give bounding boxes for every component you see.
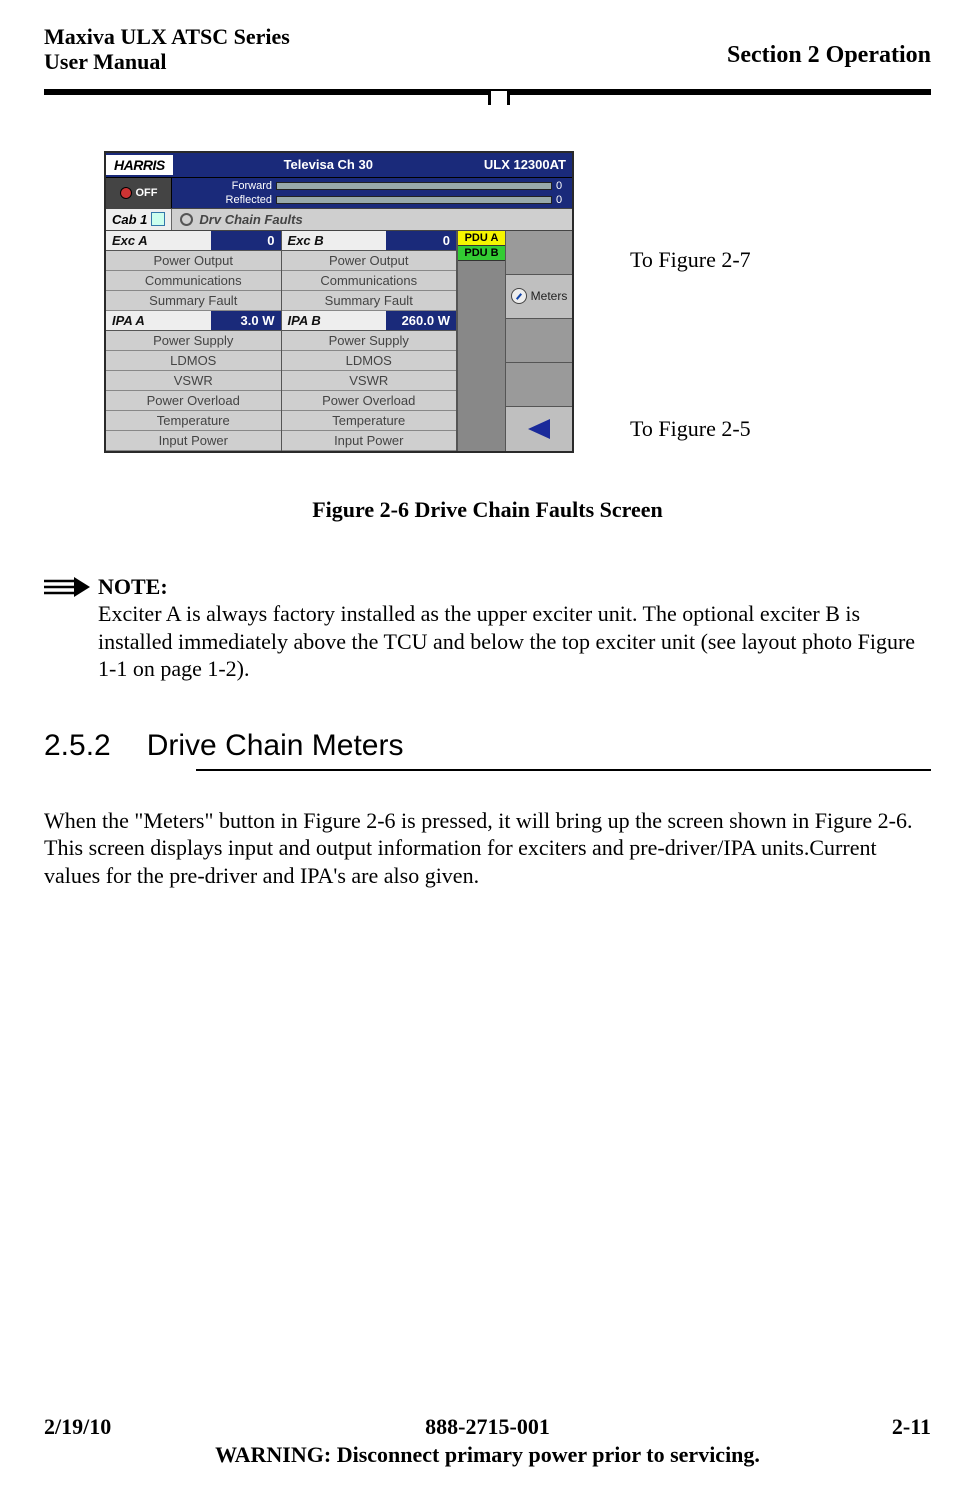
footer-date: 2/19/10 (44, 1414, 221, 1440)
forward-bar (276, 182, 552, 190)
meters-button-label: Meters (531, 289, 568, 303)
page-footer: 2/19/10 888-2715-001 2-11 WARNING: Disco… (0, 1414, 975, 1508)
exc-b-row: Summary Fault (282, 291, 457, 311)
section-label: Section 2 Operation (727, 42, 931, 69)
ipa-pair: IPA A 3.0 W Power Supply LDMOS VSWR Powe… (106, 311, 458, 451)
callout-fig-2-5: To Figure 2-5 (630, 416, 751, 442)
meters-icon (511, 288, 527, 304)
exc-a-title: Exc A (106, 231, 211, 250)
exc-a-row: Communications (106, 271, 281, 291)
ipa-b-row: LDMOS (282, 351, 457, 371)
breadcrumb-icon (180, 213, 193, 226)
subsection-rule (196, 769, 931, 771)
exc-b-value: 0 (386, 231, 456, 250)
reflected-bar-value: 0 (556, 194, 572, 206)
back-arrow-icon (528, 419, 550, 439)
exc-a-row: Summary Fault (106, 291, 281, 311)
back-button[interactable] (506, 406, 572, 450)
cab-tab-label: Cab 1 (112, 212, 147, 227)
exc-a-value: 0 (211, 231, 281, 250)
model-label: ULX 12300AT (484, 157, 572, 172)
ipa-a-panel[interactable]: IPA A 3.0 W Power Supply LDMOS VSWR Powe… (106, 311, 282, 451)
ipa-a-row: Input Power (106, 431, 281, 451)
ipa-a-row: Temperature (106, 411, 281, 431)
pdu-spacer (458, 261, 505, 451)
off-lamp-icon (120, 187, 132, 199)
off-label: OFF (136, 187, 158, 199)
footer-warning: WARNING: Disconnect primary power prior … (44, 1442, 931, 1468)
ipa-b-row: Temperature (282, 411, 457, 431)
ipa-a-row: LDMOS (106, 351, 281, 371)
exc-b-panel[interactable]: Exc B 0 Power Output Communications Summ… (282, 231, 459, 311)
cab-tab[interactable]: Cab 1 (106, 209, 172, 230)
note-body-text: Exciter A is always factory installed as… (98, 601, 915, 681)
footer-pagenum: 2-11 (754, 1414, 931, 1440)
ipa-b-row: VSWR (282, 371, 457, 391)
ipa-a-value: 3.0 W (211, 311, 281, 330)
body-paragraph: When the "Meters" button in Figure 2-6 i… (44, 807, 931, 890)
ipa-a-row: Power Supply (106, 331, 281, 351)
ipa-a-title: IPA A (106, 311, 211, 330)
subsection-number: 2.5.2 (44, 729, 111, 763)
ipa-b-value: 260.0 W (386, 311, 456, 330)
screenshot-main: Exc A 0 Power Output Communications Summ… (106, 231, 572, 451)
exc-b-title: Exc B (282, 231, 387, 250)
forward-bar-label: Forward (172, 180, 272, 192)
note-block: NOTE: Exciter A is always factory instal… (44, 573, 931, 683)
off-indicator[interactable]: OFF (106, 178, 172, 208)
side-button-blank-1[interactable] (506, 231, 572, 274)
header-rules (0, 89, 975, 101)
ipa-a-row: Power Overload (106, 391, 281, 411)
side-buttons: Meters (506, 231, 572, 451)
ipa-b-row: Power Overload (282, 391, 457, 411)
exc-a-panel[interactable]: Exc A 0 Power Output Communications Summ… (106, 231, 282, 311)
titlebar: HARRIS Televisa Ch 30 ULX 12300AT (106, 153, 572, 177)
status-row: OFF Forward 0 Reflected 0 (106, 177, 572, 208)
pdu-a-indicator[interactable]: PDU A (458, 231, 505, 246)
ipa-b-row: Input Power (282, 431, 457, 451)
exc-b-row: Power Output (282, 251, 457, 271)
home-icon (151, 212, 165, 226)
footer-docnum: 888-2715-001 (221, 1414, 753, 1440)
breadcrumb-row: Cab 1 Drv Chain Faults (106, 208, 572, 231)
meters-button[interactable]: Meters (506, 274, 572, 318)
channel-label: Televisa Ch 30 (173, 157, 484, 172)
side-button-blank-2[interactable] (506, 318, 572, 362)
ipa-b-title: IPA B (282, 311, 387, 330)
page-header: Maxiva ULX ATSC Series User Manual Secti… (0, 0, 975, 79)
ipa-b-panel[interactable]: IPA B 260.0 W Power Supply LDMOS VSWR Po… (282, 311, 459, 451)
note-title: NOTE: (98, 574, 168, 599)
figure-area: HARRIS Televisa Ch 30 ULX 12300AT OFF Fo… (44, 151, 931, 453)
pdu-column: PDU A PDU B (458, 231, 506, 451)
breadcrumb-label: Drv Chain Faults (199, 212, 302, 227)
subsection-heading: 2.5.2 Drive Chain Meters (44, 729, 931, 763)
pdu-b-indicator[interactable]: PDU B (458, 246, 505, 261)
forward-bar-value: 0 (556, 180, 572, 192)
figure-caption: Figure 2-6 Drive Chain Faults Screen (44, 497, 931, 523)
reflected-bar-label: Reflected (172, 194, 272, 206)
exc-b-row: Communications (282, 271, 457, 291)
exc-a-row: Power Output (106, 251, 281, 271)
callout-fig-2-7: To Figure 2-7 (630, 247, 751, 273)
reflected-bar (276, 196, 552, 204)
ipa-a-row: VSWR (106, 371, 281, 391)
harris-logo: HARRIS (106, 155, 173, 175)
ipa-b-row: Power Supply (282, 331, 457, 351)
subsection-title: Drive Chain Meters (147, 729, 404, 763)
drv-chain-faults-screenshot: HARRIS Televisa Ch 30 ULX 12300AT OFF Fo… (104, 151, 574, 453)
note-arrow-icon (44, 577, 90, 597)
exciter-pair: Exc A 0 Power Output Communications Summ… (106, 231, 458, 311)
side-button-blank-3[interactable] (506, 362, 572, 406)
